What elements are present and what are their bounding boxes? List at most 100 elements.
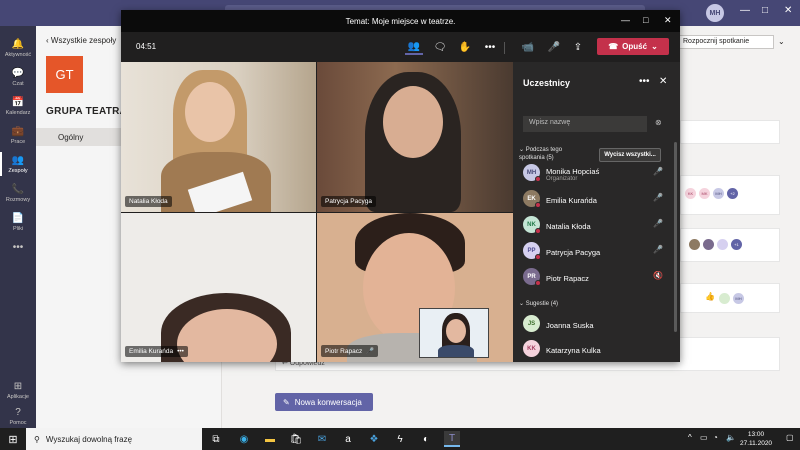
meeting-title-bar: Temat: Moje miejsce w teatrze. — □ ✕ [121,10,680,32]
video-tile[interactable]: Emilia Kurańda ••• [121,213,316,362]
new-conversation-button[interactable]: ✎ Nowa konwersacja [275,393,373,411]
maximize-icon[interactable]: □ [762,5,768,16]
close-icon[interactable]: ✕ [664,15,672,26]
panel-title: Uczestnicy [523,78,571,88]
message-card: 👍 MH [680,283,780,313]
microphone-icon[interactable]: 🎤 [653,245,663,254]
chevron-down-icon[interactable]: ⌄ [778,37,785,46]
volume-icon[interactable]: 🔈 [726,433,736,442]
participant-role: Organizator [546,176,578,182]
participant-name: Monika Hopciaś [546,167,600,176]
app-icon[interactable]: ◐ [418,431,434,447]
close-icon[interactable]: ✕ [784,5,792,16]
message-card [680,120,780,144]
notification-icon[interactable]: ▢ [786,433,794,442]
rail-item-more[interactable]: ••• [0,230,36,266]
minimize-icon[interactable]: — [621,15,630,25]
wifi-icon[interactable]: ◔ [713,433,718,442]
participant-row[interactable]: EK Emilia Kurańda 🎤 [523,188,671,210]
participant-name: Piotr Rapacz [546,274,589,283]
participant-search-input[interactable]: Wpisz nazwę [523,116,647,132]
status-dot [535,254,541,260]
share-invite-icon[interactable]: ⊗ [655,118,662,127]
video-tile[interactable]: Piotr Rapacz 🎤 [317,213,513,362]
chevron-down-icon: ⌄ [651,42,658,51]
leave-button[interactable]: ☎ Opuść ⌄ [597,38,669,55]
video-tile[interactable]: Patrycja Pacyga [317,62,513,212]
edge-icon[interactable]: ◉ [236,431,252,447]
microphone-icon[interactable]: 🎤 [653,193,663,202]
participant-row[interactable]: MH Monika Hopciaś Organizator 🎤 [523,162,671,184]
chat-icon[interactable]: 🗨 [431,39,449,55]
participant-name: Patrycja Pacyga [546,248,601,257]
teams-icon: 👥 [11,154,25,166]
bell-icon: 🔔 [11,38,25,50]
status-dot [535,280,541,286]
share-screen-icon[interactable]: ⇪ [569,39,587,55]
chevron-down-icon: ⌄ [519,301,526,307]
chevron-down-icon: ⌄ [519,147,526,153]
section-in-meeting[interactable]: ⌄ Podczas tego spotkania (5) [519,146,589,162]
team-tile: GT [46,56,83,93]
more-icon[interactable]: ••• [177,348,184,355]
suggestion-row[interactable]: KK Katarzyna Kulka [523,338,671,360]
calendar-icon: 📅 [11,96,25,108]
meeting-window: Temat: Moje miejsce w teatrze. — □ ✕ 04:… [121,10,680,362]
participant-row[interactable]: NK Natalia Kłoda 🎤 [523,214,671,236]
taskbar-search-input[interactable]: ⚲ Wyszukaj dowolną frazę [26,428,202,450]
start-meeting-button[interactable]: Rozpocznij spotkanie [678,35,774,49]
status-dot [535,202,541,208]
participant-row[interactable]: PR Piotr Rapacz 🔇 [523,266,671,288]
video-name-label: Natalia Kłoda [125,196,172,207]
chevron-up-icon[interactable]: ^ [688,433,692,442]
microphone-icon: 🎤 [366,348,375,355]
participant-row[interactable]: PP Patrycja Pacyga 🎤 [523,240,671,262]
user-avatar[interactable]: MH [706,4,724,22]
avatar [717,239,728,250]
task-view-icon[interactable]: ⧉ [208,431,224,447]
microphone-icon[interactable]: 🎤 [653,219,663,228]
maximize-icon[interactable]: □ [643,15,648,25]
store-icon[interactable]: 🛍 [288,431,304,447]
camera-icon[interactable]: 📹 [519,39,537,55]
more-icon[interactable]: ••• [639,76,650,87]
raise-hand-icon[interactable]: ✋ [456,39,474,55]
mute-all-button[interactable]: Wycisz wszystki... [599,148,661,162]
network-icon[interactable]: ▭ [700,433,708,442]
avatar: EK [523,190,541,208]
video-name-label: Patrycja Pacyga [321,196,376,207]
section-suggestions[interactable]: ⌄ Sugestie (4) [519,300,558,307]
self-view-video[interactable] [419,308,489,358]
minimize-icon[interactable]: — [740,5,750,16]
muted-microphone-icon[interactable]: 🔇 [653,271,663,280]
dropbox-icon[interactable]: ❖ [366,431,382,447]
more-icon[interactable]: ••• [481,39,499,55]
windows-start-icon[interactable]: ⊞ [0,428,26,450]
microphone-icon[interactable]: 🎤 [545,39,563,55]
video-content [446,319,466,343]
mail-icon[interactable]: ✉ [314,431,330,447]
back-to-teams-link[interactable]: ‹ Wszystkie zespoły [46,36,116,45]
teams-taskbar-icon[interactable]: T [444,431,460,447]
participants-panel: Uczestnicy ••• ✕ Wpisz nazwę ⊗ ⌄ Podczas… [513,62,680,362]
suggestion-row[interactable]: JS Joanna Suska [523,313,671,335]
phone-icon: 📞 [11,183,25,195]
participant-name: Natalia Kłoda [546,222,591,231]
more-icon: ••• [12,242,24,253]
compose-icon: ✎ [283,397,290,407]
avatar [703,239,714,250]
microphone-icon[interactable]: 🎤 [653,167,663,176]
message-card: +1 [680,228,780,262]
scrollbar[interactable] [674,142,677,332]
amazon-icon[interactable]: a [340,431,356,447]
close-icon[interactable]: ✕ [659,76,667,87]
taskbar-clock[interactable]: 13:00 27.11.2020 [740,430,772,448]
avatar [719,293,730,304]
participants-icon[interactable]: 👥 [405,39,423,55]
video-tile[interactable]: Natalia Kłoda [121,62,316,212]
video-content [438,345,474,357]
avatar: PR [523,268,541,286]
file-explorer-icon[interactable]: ▬ [262,431,278,447]
thumbs-up-icon: 👍 [705,292,715,301]
app-icon[interactable]: ϟ [392,431,408,447]
